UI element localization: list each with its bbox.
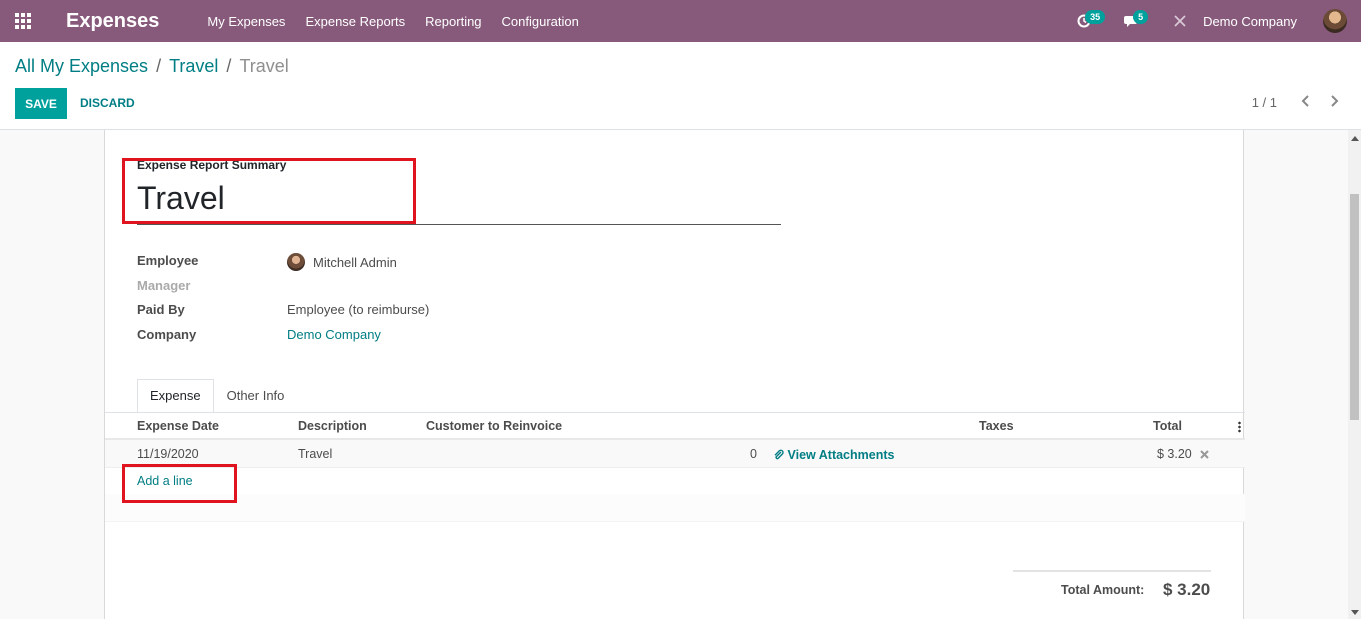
breadcrumb-separator: / [226,56,232,76]
apps-menu-icon[interactable] [0,0,46,42]
chevron-left-icon[interactable] [1299,92,1313,110]
employee-label: Employee [137,253,199,268]
add-line-row: Add a line [105,468,1245,494]
vertical-scrollbar[interactable] [1348,130,1361,619]
paid-by-field[interactable]: Employee (to reimburse) [287,302,429,317]
menu-reporting[interactable]: Reporting [425,14,481,29]
menu-my-expenses[interactable]: My Expenses [207,14,285,29]
breadcrumb-travel-report[interactable]: Travel [169,56,218,77]
employee-value: Mitchell Admin [313,254,397,270]
control-panel: All My Expenses / Travel / Travel SAVE D… [0,42,1361,130]
cell-description: Travel [298,447,333,461]
expense-lines-table: Expense Date Description Customer to Rei… [105,413,1245,522]
empty-table-row [105,494,1245,522]
column-options-icon[interactable] [1238,421,1241,433]
highlight-box-summary [122,158,416,224]
messages-badge: 5 [1133,10,1149,24]
cell-expense-date: 11/19/2020 [137,447,199,461]
company-label: Company [137,327,197,342]
messages-button[interactable]: 5 [1117,0,1149,42]
menu-expense-reports[interactable]: Expense Reports [305,14,405,29]
chevron-right-icon[interactable] [1327,92,1341,110]
pager-value[interactable]: 1 / 1 [1252,95,1277,110]
highlight-box-add-line [122,464,237,503]
scroll-up-icon[interactable] [1351,136,1359,141]
user-avatar[interactable] [1323,9,1347,33]
employee-avatar [287,253,305,271]
view-attachments-button[interactable]: View Attachments [773,448,894,462]
column-expense-date[interactable]: Expense Date [137,419,219,433]
top-navbar: Expenses My Expenses Expense Reports Rep… [0,0,1361,42]
notebook-tabs: Expense Other Info [137,379,297,413]
breadcrumb-current: Travel [239,56,289,76]
wrench-icon [1174,15,1186,27]
scroll-thumb[interactable] [1350,194,1359,420]
column-description[interactable]: Description [298,419,367,433]
view-attachments-label: View Attachments [787,448,895,462]
tab-expense[interactable]: Expense [137,379,214,413]
breadcrumb-all-my-expenses[interactable]: All My Expenses [15,56,148,77]
paperclip-icon [774,449,784,460]
column-taxes[interactable]: Taxes [979,419,1014,433]
total-amount-label: Total Amount: [1061,583,1145,597]
save-button[interactable]: SAVE [15,88,67,119]
manager-row: Manager [137,278,287,293]
breadcrumb: All My Expenses / Travel / Travel [15,56,289,77]
form-sheet: Expense Report Summary Travel Employee M… [104,130,1245,619]
activities-button[interactable]: 35 [1069,0,1106,42]
employee-field[interactable]: Mitchell Admin [287,253,397,271]
scroll-down-icon[interactable] [1351,610,1359,615]
breadcrumb-separator: / [156,56,162,76]
table-header: Expense Date Description Customer to Rei… [105,413,1245,440]
paid-by-label: Paid By [137,302,185,317]
app-title[interactable]: Expenses [66,10,159,33]
employee-row: Employee Mitchell Admin [137,253,397,271]
column-total[interactable]: Total [1153,419,1182,433]
table-row[interactable]: 11/19/2020 Travel 0 View Attachments $ 3… [105,440,1245,468]
company-row: Company Demo Company [137,327,381,342]
total-amount-value: $ 3.20 [1163,580,1211,599]
activities-badge: 35 [1085,10,1106,24]
debug-button[interactable] [1165,0,1195,42]
discard-button[interactable]: DISCARD [80,96,135,110]
company-field[interactable]: Demo Company [287,327,381,342]
delete-row-icon[interactable] [1200,450,1209,459]
cell-total: $ 3.20 [1157,447,1192,461]
company-switcher[interactable]: Demo Company [1203,14,1297,29]
tab-other-info[interactable]: Other Info [214,379,298,413]
total-separator [1013,570,1211,572]
menu-configuration[interactable]: Configuration [502,14,579,29]
manager-label: Manager [137,278,191,293]
column-customer-to-reinvoice[interactable]: Customer to Reinvoice [426,419,562,433]
paid-by-row: Paid By Employee (to reimburse) [137,302,429,317]
cell-quantity: 0 [750,447,757,461]
